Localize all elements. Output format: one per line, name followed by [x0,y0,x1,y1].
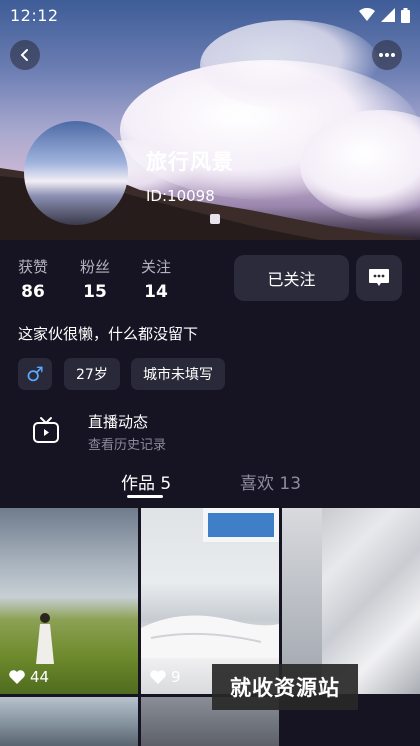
status-bar: 12:12 [0,0,420,30]
tab-works[interactable]: 作品 5 [121,469,171,494]
wifi-icon [359,8,375,21]
stat-value: 15 [83,282,107,302]
stat-followers[interactable]: 粉丝 15 [80,256,110,302]
tab-likes[interactable]: 喜欢 13 [240,469,301,494]
active-tab-indicator [127,495,163,498]
woman-figure [36,613,54,664]
heart-icon [9,670,25,684]
message-button[interactable] [356,255,402,301]
stat-label: 获赞 [18,258,49,276]
profile-id: ID:10098 [146,187,215,205]
stat-following[interactable]: 关注 14 [141,256,171,302]
battery-icon [401,7,410,23]
stat-likes[interactable]: 获赞 86 [18,256,48,302]
post-likes: 44 [8,668,49,686]
back-button[interactable] [10,40,40,70]
bed-sheets [141,615,279,658]
status-time: 12:12 [10,5,59,25]
profile-cover-image: 12:12 旅行风景 ID:10098 [0,0,420,240]
male-icon: ♂ [26,362,44,386]
like-count: 44 [30,668,50,686]
stat-value: 14 [144,282,168,302]
stat-label: 关注 [141,258,172,276]
like-count: 9 [171,668,181,686]
chat-icon [369,269,389,286]
profile-name: 旅行风景 [146,150,234,174]
heart-icon [150,670,166,684]
live-history-subtitle[interactable]: 查看历史记录 [88,434,166,453]
chevron-left-icon [20,49,28,61]
city-tag: 城市未填写 [131,358,225,390]
followed-button[interactable]: 已关注 [234,255,349,301]
more-dots-icon [379,53,395,57]
profile-bio: 这家伙很懒，什么都没留下 [18,325,199,343]
post-likes: 9 [149,668,181,686]
more-options-button[interactable] [372,40,402,70]
stat-label: 粉丝 [80,258,111,276]
age-tag: 27岁 [64,358,120,390]
live-history-title[interactable]: 直播动态 [88,411,148,432]
signal-icon [381,8,395,22]
tv-icon [33,417,59,443]
post-thumbnail[interactable]: 44 [0,508,138,694]
post-thumbnail[interactable] [0,697,138,746]
stat-value: 86 [21,282,45,302]
avatar[interactable] [24,121,128,225]
watermark-label: 就收资源站 [212,664,358,710]
gender-tag: ♂ [18,358,52,390]
window-frame [203,508,279,542]
